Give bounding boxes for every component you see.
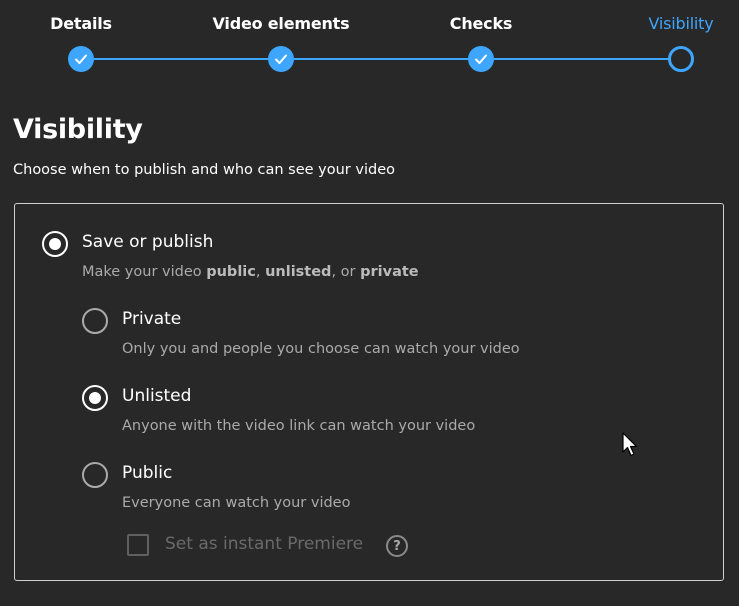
check-icon <box>75 54 87 64</box>
step-label-visibility[interactable]: Visibility <box>648 14 713 33</box>
help-icon[interactable]: ? <box>386 535 408 557</box>
page-title: Visibility <box>13 114 143 145</box>
check-icon <box>275 54 287 64</box>
step-label-details[interactable]: Details <box>50 14 112 33</box>
private-description: Only you and people you choose can watch… <box>122 341 520 357</box>
progress-stepper: Details Video elements Checks Visibility <box>0 0 739 80</box>
desc-sep: , <box>255 264 266 280</box>
desc-unlisted: unlisted <box>265 264 332 280</box>
desc-public: public <box>206 264 256 280</box>
save-or-publish-radio[interactable] <box>42 231 68 257</box>
instant-premiere-checkbox[interactable] <box>127 534 149 556</box>
desc-sep: , or <box>331 264 361 280</box>
desc-private: private <box>360 264 419 280</box>
step-visibility-current-icon[interactable] <box>668 46 694 72</box>
mouse-cursor-icon <box>622 432 638 457</box>
check-icon <box>475 54 487 64</box>
stepper-line <box>80 58 680 60</box>
radio-selected-dot <box>49 238 61 250</box>
instant-premiere-label: Set as instant Premiere <box>165 534 364 554</box>
save-or-publish-label[interactable]: Save or publish <box>82 232 213 252</box>
step-label-video-elements[interactable]: Video elements <box>213 14 350 33</box>
radio-selected-dot <box>89 392 101 404</box>
desc-prefix: Make your video <box>82 264 207 280</box>
visibility-card: Save or publish Make your video public, … <box>14 203 724 581</box>
step-details-check-icon[interactable] <box>68 46 94 72</box>
unlisted-radio[interactable] <box>82 385 108 411</box>
private-label[interactable]: Private <box>122 309 181 329</box>
unlisted-label[interactable]: Unlisted <box>122 386 191 406</box>
page-subtitle: Choose when to publish and who can see y… <box>13 162 395 178</box>
private-radio[interactable] <box>82 308 108 334</box>
step-label-checks[interactable]: Checks <box>450 14 513 33</box>
public-radio[interactable] <box>82 462 108 488</box>
unlisted-description: Anyone with the video link can watch you… <box>122 418 476 434</box>
step-checks-check-icon[interactable] <box>468 46 494 72</box>
public-description: Everyone can watch your video <box>122 495 351 511</box>
save-or-publish-description: Make your video public, unlisted, or pri… <box>82 264 419 280</box>
public-label[interactable]: Public <box>122 463 172 483</box>
step-video-elements-check-icon[interactable] <box>268 46 294 72</box>
